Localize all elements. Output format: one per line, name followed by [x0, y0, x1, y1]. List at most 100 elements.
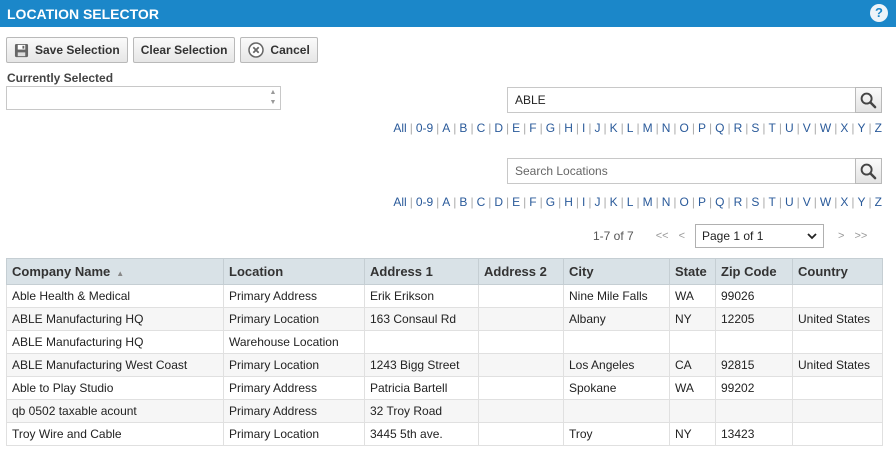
letter-filter-b[interactable]: B — [459, 121, 467, 135]
letter-separator: | — [409, 195, 413, 209]
letter-filter-r[interactable]: R — [734, 195, 743, 209]
letter-filter-u[interactable]: U — [785, 121, 794, 135]
letter-filter-y[interactable]: Y — [858, 121, 866, 135]
table-cell — [792, 330, 883, 354]
col-country[interactable]: Country — [792, 258, 883, 285]
letter-filter-h[interactable]: H — [564, 121, 573, 135]
company-search-input[interactable] — [507, 87, 855, 113]
letter-filter-p[interactable]: P — [698, 121, 706, 135]
letter-filter-f[interactable]: F — [529, 121, 536, 135]
letter-filter-l[interactable]: L — [627, 121, 634, 135]
letter-filter-d[interactable]: D — [494, 121, 503, 135]
help-icon[interactable]: ? — [870, 4, 888, 22]
currently-selected-field[interactable]: ▲ ▼ — [6, 86, 281, 110]
letter-filter-u[interactable]: U — [785, 195, 794, 209]
letter-filter-g[interactable]: G — [546, 121, 555, 135]
letter-filter-k[interactable]: K — [610, 121, 618, 135]
letter-separator: | — [762, 195, 766, 209]
letter-filter-n[interactable]: N — [662, 195, 671, 209]
letter-separator: | — [778, 121, 782, 135]
letter-filter-f[interactable]: F — [529, 195, 536, 209]
location-search-button[interactable] — [855, 158, 882, 184]
table-row[interactable]: ABLE Manufacturing West Coast Primary Loc… — [6, 353, 883, 377]
letter-filter-0-9[interactable]: 0-9 — [416, 121, 433, 135]
table-cell: Primary Address — [223, 399, 365, 423]
letter-filter-p[interactable]: P — [698, 195, 706, 209]
letter-filter-c[interactable]: C — [477, 195, 486, 209]
first-page-button[interactable]: << — [656, 230, 669, 242]
letter-filter-z[interactable]: Z — [875, 195, 882, 209]
cancel-button[interactable]: Cancel — [240, 37, 318, 63]
prev-page-button[interactable]: < — [679, 230, 685, 242]
letter-filter-c[interactable]: C — [477, 121, 486, 135]
col-address-1[interactable]: Address 1 — [364, 258, 479, 285]
company-search-button[interactable] — [855, 87, 882, 113]
letter-filter-m[interactable]: M — [643, 121, 653, 135]
letter-filter-d[interactable]: D — [494, 195, 503, 209]
col-address-2[interactable]: Address 2 — [478, 258, 564, 285]
letter-filter-a[interactable]: A — [442, 195, 450, 209]
table-row[interactable]: ABLE Manufacturing HQ Primary Location 163… — [6, 307, 883, 331]
letter-filter-all[interactable]: All — [393, 121, 406, 135]
letter-filter-a[interactable]: A — [442, 121, 450, 135]
company-search — [507, 87, 882, 113]
letter-filter-g[interactable]: G — [546, 195, 555, 209]
table-row[interactable]: qb 0502 taxable acount Primary Address 32 … — [6, 399, 883, 423]
location-search-input[interactable] — [507, 158, 855, 184]
letter-filter-t[interactable]: T — [769, 195, 776, 209]
next-page-button[interactable]: > — [838, 230, 844, 242]
letter-separator: | — [727, 121, 731, 135]
letter-filter-o[interactable]: O — [680, 121, 689, 135]
letter-filter-s[interactable]: S — [751, 121, 759, 135]
col-state[interactable]: State — [669, 258, 716, 285]
clear-selection-button[interactable]: Clear Selection — [132, 37, 236, 63]
save-selection-label: Save Selection — [35, 43, 120, 57]
letter-filter-x[interactable]: X — [840, 121, 848, 135]
letter-filter-w[interactable]: W — [820, 121, 831, 135]
letter-filter-all[interactable]: All — [393, 195, 406, 209]
table-cell: 13423 — [715, 422, 793, 446]
table-cell: Patricia Bartell — [364, 376, 479, 400]
letter-filter-0-9[interactable]: 0-9 — [416, 195, 433, 209]
save-selection-button[interactable]: Save Selection — [6, 37, 128, 63]
table-row[interactable]: Troy Wire and Cable Primary Location 3445 … — [6, 422, 883, 446]
col-company-name[interactable]: Company Name ▲ — [6, 258, 224, 285]
letter-filter-o[interactable]: O — [680, 195, 689, 209]
spinner[interactable]: ▲ ▼ — [269, 89, 277, 107]
table-row[interactable]: Able to Play Studio Primary Address Patric… — [6, 376, 883, 400]
letter-filter-m[interactable]: M — [643, 195, 653, 209]
location-letter-filter: All | 0-9 | A | B | C | D | E | F | G | H | I | J | K | L | M | N | O | P |… — [393, 195, 882, 209]
letter-filter-s[interactable]: S — [751, 195, 759, 209]
table-cell: Able Health & Medical — [6, 284, 224, 308]
letter-filter-v[interactable]: V — [803, 195, 811, 209]
letter-filter-z[interactable]: Z — [875, 121, 882, 135]
letter-filter-t[interactable]: T — [769, 121, 776, 135]
letter-filter-y[interactable]: Y — [858, 195, 866, 209]
spin-up-icon[interactable]: ▲ — [269, 89, 277, 97]
letter-filter-v[interactable]: V — [803, 121, 811, 135]
col-location[interactable]: Location — [223, 258, 365, 285]
letter-filter-q[interactable]: Q — [715, 121, 724, 135]
letter-filter-x[interactable]: X — [840, 195, 848, 209]
last-page-button[interactable]: >> — [854, 230, 867, 242]
chevron-down-icon — [807, 232, 817, 239]
letter-filter-e[interactable]: E — [512, 195, 520, 209]
page-select[interactable]: Page 1 of 1 — [695, 224, 824, 248]
table-cell — [669, 330, 716, 354]
letter-filter-w[interactable]: W — [820, 195, 831, 209]
letter-filter-h[interactable]: H — [564, 195, 573, 209]
letter-filter-e[interactable]: E — [512, 121, 520, 135]
letter-filter-l[interactable]: L — [627, 195, 634, 209]
letter-filter-k[interactable]: K — [610, 195, 618, 209]
letter-filter-q[interactable]: Q — [715, 195, 724, 209]
col-zip-code[interactable]: Zip Code — [715, 258, 793, 285]
letter-filter-b[interactable]: B — [459, 195, 467, 209]
table-cell — [364, 330, 479, 354]
letter-filter-n[interactable]: N — [662, 121, 671, 135]
spin-down-icon[interactable]: ▼ — [269, 99, 277, 107]
table-row[interactable]: ABLE Manufacturing HQ Warehouse Location — [6, 330, 883, 354]
col-city[interactable]: City — [563, 258, 670, 285]
table-row[interactable]: Able Health & Medical Primary Address Erik… — [6, 284, 883, 308]
letter-filter-r[interactable]: R — [734, 121, 743, 135]
table-cell — [669, 399, 716, 423]
